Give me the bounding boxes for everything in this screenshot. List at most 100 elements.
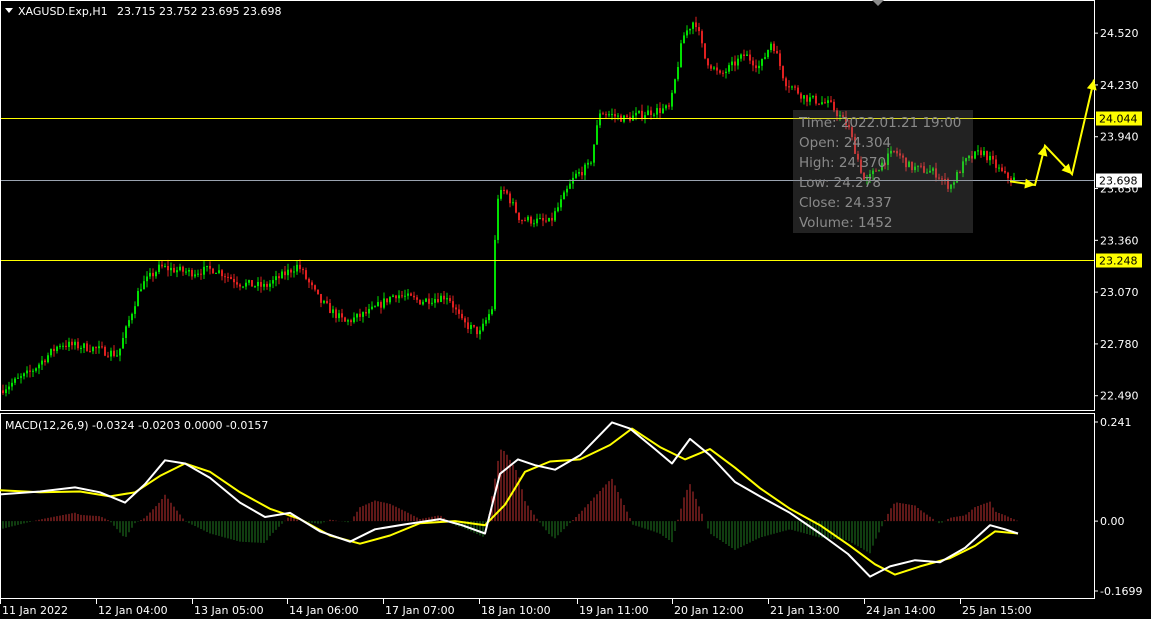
candle xyxy=(341,308,343,323)
tooltip-low: Low: 24.278 xyxy=(799,175,881,191)
price-axis[interactable]: 24.520 24.230 23.940 23.650 23.360 23.070 22.7… xyxy=(1094,27,1139,403)
candle xyxy=(59,343,61,350)
candle xyxy=(128,315,130,329)
candle xyxy=(182,265,184,276)
candle xyxy=(461,309,463,321)
candle xyxy=(821,96,823,106)
candle xyxy=(674,78,676,94)
candle-body xyxy=(608,114,610,116)
candle xyxy=(773,41,775,54)
candle-body xyxy=(209,265,211,269)
candle-body xyxy=(506,190,508,194)
candle-body xyxy=(461,313,463,319)
candle xyxy=(269,280,271,292)
tooltip-open: Open: 24.304 xyxy=(799,135,891,151)
candle-body xyxy=(764,57,766,59)
candle xyxy=(407,289,409,300)
candle-body xyxy=(773,43,775,51)
candle xyxy=(323,299,325,305)
collapse-triangle-icon[interactable] xyxy=(5,8,13,13)
candle-body xyxy=(179,266,181,271)
candle xyxy=(2,384,4,395)
candle-body xyxy=(350,320,352,323)
candle xyxy=(995,155,997,173)
candle xyxy=(788,80,790,93)
candle-body xyxy=(1007,172,1009,179)
candle xyxy=(473,324,475,329)
candle xyxy=(245,279,247,290)
candle-body xyxy=(989,155,991,161)
candle-body xyxy=(719,70,721,73)
candle xyxy=(140,283,142,292)
candle-body xyxy=(8,386,10,390)
candle-body xyxy=(803,95,805,99)
candle-body xyxy=(626,115,628,117)
time-tick-label: 17 Jan 07:00 xyxy=(385,604,455,617)
tooltip-close: Close: 24.337 xyxy=(799,195,892,211)
candle-body xyxy=(758,65,760,69)
candle xyxy=(503,186,505,195)
candle-body xyxy=(614,114,616,117)
time-tick-label: 18 Jan 10:00 xyxy=(481,604,551,617)
candle-body xyxy=(308,278,310,283)
candle xyxy=(293,265,295,278)
candle xyxy=(365,306,367,317)
candle xyxy=(296,260,298,275)
candle-body xyxy=(548,217,550,222)
candle-body xyxy=(701,31,703,44)
candle-body xyxy=(980,150,982,156)
candle-body xyxy=(503,189,505,191)
candle xyxy=(980,147,982,158)
candle-body xyxy=(32,370,34,372)
scroll-marker-icon[interactable] xyxy=(872,0,884,6)
candle-body xyxy=(599,113,601,126)
time-axis[interactable]: 11 Jan 2022 12 Jan 04:00 13 Jan 05:00 14 Ja… xyxy=(0,599,1032,617)
macd-label: MACD(12,26,9) -0.0324 -0.0203 0.0000 -0.… xyxy=(5,419,268,432)
candle xyxy=(65,340,67,350)
candle xyxy=(23,372,25,380)
candle-body xyxy=(218,270,220,273)
candle xyxy=(179,263,181,272)
candle xyxy=(41,355,43,371)
candle-body xyxy=(65,345,67,348)
candle xyxy=(614,108,616,123)
candle-body xyxy=(275,276,277,281)
candle-body xyxy=(161,264,163,267)
candle xyxy=(68,337,70,351)
candle-body xyxy=(128,320,130,327)
candle xyxy=(815,93,817,106)
candle-body xyxy=(779,53,781,67)
candle-body xyxy=(20,376,22,378)
time-tick-label: 12 Jan 04:00 xyxy=(98,604,168,617)
candle-body xyxy=(611,114,613,116)
candle xyxy=(353,312,355,324)
candle-body xyxy=(761,58,763,66)
candle xyxy=(485,317,487,327)
candle xyxy=(668,102,670,110)
candle xyxy=(578,168,580,177)
candle-body xyxy=(323,300,325,303)
candle xyxy=(236,276,238,288)
candle xyxy=(554,207,556,222)
candle xyxy=(170,262,172,276)
candle xyxy=(290,268,292,278)
time-tick-label: 19 Jan 11:00 xyxy=(579,604,649,617)
candle xyxy=(704,43,706,60)
candle-body xyxy=(38,364,40,369)
candle-body xyxy=(575,173,577,178)
candle xyxy=(131,312,133,324)
candle-body xyxy=(299,264,301,270)
candle-body xyxy=(230,277,232,279)
ohlc-values: 23.715 23.752 23.695 23.698 xyxy=(117,5,281,18)
candle-body xyxy=(515,202,517,213)
candle-body xyxy=(113,350,115,356)
candle-body xyxy=(551,217,553,221)
candle-body xyxy=(2,390,4,394)
candle xyxy=(647,105,649,116)
candle xyxy=(470,322,472,335)
candle-body xyxy=(413,295,415,298)
candle-body xyxy=(368,308,370,314)
candle xyxy=(449,295,451,304)
candle xyxy=(650,106,652,120)
candle xyxy=(215,272,217,274)
